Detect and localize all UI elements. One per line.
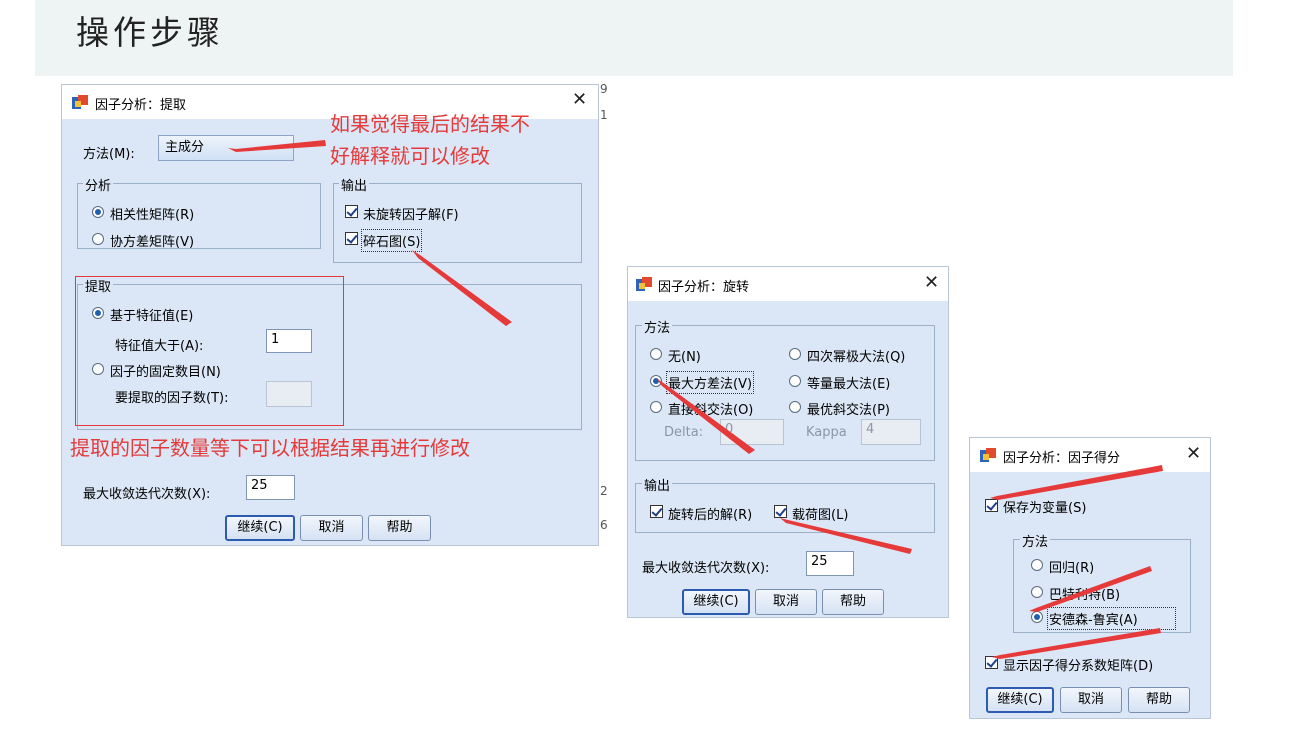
background-char: 2 [600,484,608,498]
radio-icon[interactable] [92,233,104,245]
extract-title: 因子分析：提取 [95,98,187,113]
display-coefficient[interactable]: 显示因子得分系数矩阵(D) [1003,655,1153,674]
radio-icon[interactable] [650,401,662,413]
close-icon[interactable]: ✕ [1186,443,1201,464]
delta-input[interactable]: 0 [720,419,784,445]
spss-app-icon [636,277,652,291]
kappa-input[interactable]: 4 [861,419,921,445]
method-bartlett[interactable]: 巴特利特(B) [1049,584,1120,603]
continue-button[interactable]: 继续(C) [986,687,1054,713]
background-char: 1 [600,108,608,122]
continue-button[interactable]: 继续(C) [682,589,750,615]
radio-icon[interactable] [789,401,801,413]
analysis-correlation[interactable]: 相关性矩阵(R) [110,204,194,223]
background-char: 9 [600,82,608,96]
output-legend: 输出 [339,175,370,194]
radio-icon[interactable] [650,375,662,387]
delta-label: Delta: [664,425,704,440]
radio-icon[interactable] [1031,559,1043,571]
analysis-covariance[interactable]: 协方差矩阵(V) [110,231,194,250]
help-button[interactable]: 帮助 [822,589,884,615]
rotation-titlebar: 因子分析：旋转 ✕ [628,267,948,301]
rotation-iter-label: 最大收敛迭代次数(X): [642,561,770,576]
method-note-line2: 好解释就可以修改 [330,144,490,168]
method-none[interactable]: 无(N) [668,346,701,365]
method-select[interactable]: 主成分 [158,135,294,161]
rotation-method-legend: 方法 [642,317,673,336]
method-label: 方法(M): [83,147,135,162]
continue-button[interactable]: 继续(C) [225,515,295,541]
annotation-box [75,276,344,426]
method-oblimin[interactable]: 直接斜交法(O) [668,399,753,418]
output-loading-plot[interactable]: 载荷图(L) [792,504,848,523]
radio-icon[interactable] [650,348,662,360]
method-promax[interactable]: 最优斜交法(P) [807,399,890,418]
cancel-button[interactable]: 取消 [300,515,363,541]
output-scree[interactable]: 碎石图(S) [360,229,423,252]
method-quartimax[interactable]: 四次幂极大法(Q) [807,346,905,365]
radio-icon[interactable] [1031,611,1043,623]
rotation-output-legend: 输出 [642,475,673,494]
rotation-iter-input[interactable]: 25 [806,551,854,576]
radio-icon[interactable] [789,375,801,387]
spss-app-icon [980,448,996,462]
close-icon[interactable]: ✕ [924,272,939,293]
scores-title: 因子分析：因子得分 [1003,451,1121,466]
cancel-button[interactable]: 取消 [1060,687,1122,713]
save-variables[interactable]: 保存为变量(S) [1003,497,1086,516]
checkbox-icon[interactable] [650,505,663,518]
output-rotated[interactable]: 旋转后的解(R) [668,504,752,523]
extract-note: 提取的因子数量等下可以根据结果再进行修改 [70,436,470,460]
checkbox-icon[interactable] [985,656,998,669]
slide-title: 操作步骤 [76,13,224,52]
checkbox-icon[interactable] [345,205,358,218]
method-note-line1: 如果觉得最后的结果不 [330,112,530,136]
method-varimax[interactable]: 最大方差法(V) [665,371,755,394]
background-char: 6 [600,518,608,532]
radio-icon[interactable] [92,206,104,218]
checkbox-icon[interactable] [985,499,998,512]
analysis-legend: 分析 [83,175,114,194]
iter-input[interactable]: 25 [246,475,295,500]
close-icon[interactable]: ✕ [572,89,587,110]
kappa-label: Kappa [806,425,847,440]
rotation-dialog: 因子分析：旋转 ✕ 方法 无(N) 四次幂极大法(Q) 最大方差法(V) 等量最… [627,266,949,618]
spss-app-icon [72,95,88,109]
cancel-button[interactable]: 取消 [755,589,817,615]
checkbox-icon[interactable] [345,232,358,245]
output-group [333,183,582,263]
scores-titlebar: 因子分析：因子得分 ✕ [970,438,1210,472]
checkbox-icon[interactable] [774,505,787,518]
method-regression[interactable]: 回归(R) [1049,557,1094,576]
scores-method-legend: 方法 [1020,531,1051,550]
help-button[interactable]: 帮助 [1128,687,1190,713]
scores-dialog: 因子分析：因子得分 ✕ 保存为变量(S) 方法 回归(R) 巴特利特(B) 安德… [969,437,1211,719]
iter-label: 最大收敛迭代次数(X): [83,487,211,502]
method-equamax[interactable]: 等量最大法(E) [807,373,890,392]
radio-icon[interactable] [1031,586,1043,598]
help-button[interactable]: 帮助 [368,515,431,541]
rotation-title: 因子分析：旋转 [658,280,750,295]
radio-icon[interactable] [789,348,801,360]
method-anderson-rubin[interactable]: 安德森-鲁宾(A) [1047,607,1176,630]
output-unrotated[interactable]: 未旋转因子解(F) [363,204,459,223]
